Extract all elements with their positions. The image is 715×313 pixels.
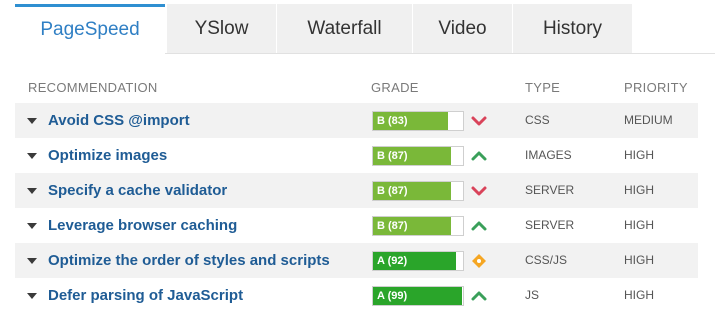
grade-label: B (87) (377, 220, 408, 232)
expand-caret-icon[interactable] (27, 223, 37, 229)
table-row[interactable]: Defer parsing of JavaScript A (99) JS HIGH (15, 278, 698, 313)
grade-bar: A (92) (372, 251, 464, 271)
type-cell: JS (525, 288, 540, 302)
chevron-up-icon (471, 221, 487, 231)
chevron-up-icon (471, 151, 487, 161)
priority-cell: HIGH (624, 183, 654, 197)
recommendation-link[interactable]: Specify a cache validator (48, 173, 227, 208)
priority-cell: HIGH (624, 288, 654, 302)
table-row[interactable]: Optimize images B (87) IMAGES HIGH (15, 138, 698, 173)
grade-label: B (83) (377, 115, 408, 127)
grade-label: A (99) (377, 290, 408, 302)
column-header-priority: PRIORITY (624, 80, 688, 95)
type-cell: SERVER (525, 218, 575, 232)
type-cell: CSS (525, 113, 550, 127)
recommendation-link[interactable]: Avoid CSS @import (48, 103, 190, 138)
tab-video[interactable]: Video (412, 4, 512, 54)
recommendation-link[interactable]: Optimize the order of styles and scripts (48, 243, 330, 278)
expand-caret-icon[interactable] (27, 188, 37, 194)
table-row[interactable]: Optimize the order of styles and scripts… (15, 243, 698, 278)
table-row[interactable]: Avoid CSS @import B (83) CSS MEDIUM (15, 103, 698, 138)
priority-cell: HIGH (624, 218, 654, 232)
expand-caret-icon[interactable] (27, 153, 37, 159)
grade-label: B (87) (377, 185, 408, 197)
priority-cell: HIGH (624, 253, 654, 267)
column-header-type: TYPE (525, 80, 561, 95)
expand-caret-icon[interactable] (27, 118, 37, 124)
grade-bar: B (83) (372, 111, 464, 131)
diamond-icon (472, 254, 486, 268)
column-header-recommendation: RECOMMENDATION (28, 80, 158, 95)
priority-cell: MEDIUM (624, 113, 673, 127)
recommendation-link[interactable]: Leverage browser caching (48, 208, 237, 243)
tab-history[interactable]: History (512, 4, 632, 54)
type-cell: SERVER (525, 183, 575, 197)
chevron-down-icon (471, 116, 487, 126)
grade-bar: A (99) (372, 286, 464, 306)
table-row[interactable]: Leverage browser caching B (87) SERVER HIGH (15, 208, 698, 243)
type-cell: CSS/JS (525, 253, 568, 267)
expand-caret-icon[interactable] (27, 293, 37, 299)
type-cell: IMAGES (525, 148, 572, 162)
expand-caret-icon[interactable] (27, 258, 37, 264)
grade-bar: B (87) (372, 216, 464, 236)
table-row[interactable]: Specify a cache validator B (87) SERVER HIG… (15, 173, 698, 208)
chevron-down-icon (471, 186, 487, 196)
tab-waterfall[interactable]: Waterfall (276, 4, 412, 54)
recommendation-link[interactable]: Optimize images (48, 138, 167, 173)
recommendation-link[interactable]: Defer parsing of JavaScript (48, 278, 243, 313)
grade-label: A (92) (377, 255, 408, 267)
chevron-up-icon (471, 291, 487, 301)
grade-bar: B (87) (372, 181, 464, 201)
tab-yslow[interactable]: YSlow (166, 4, 276, 54)
grade-label: B (87) (377, 150, 408, 162)
priority-cell: HIGH (624, 148, 654, 162)
column-header-grade: GRADE (371, 80, 419, 95)
grade-bar: B (87) (372, 146, 464, 166)
tab-bar: PageSpeed YSlow Waterfall Video History (15, 4, 715, 55)
tab-pagespeed[interactable]: PageSpeed (15, 4, 165, 55)
